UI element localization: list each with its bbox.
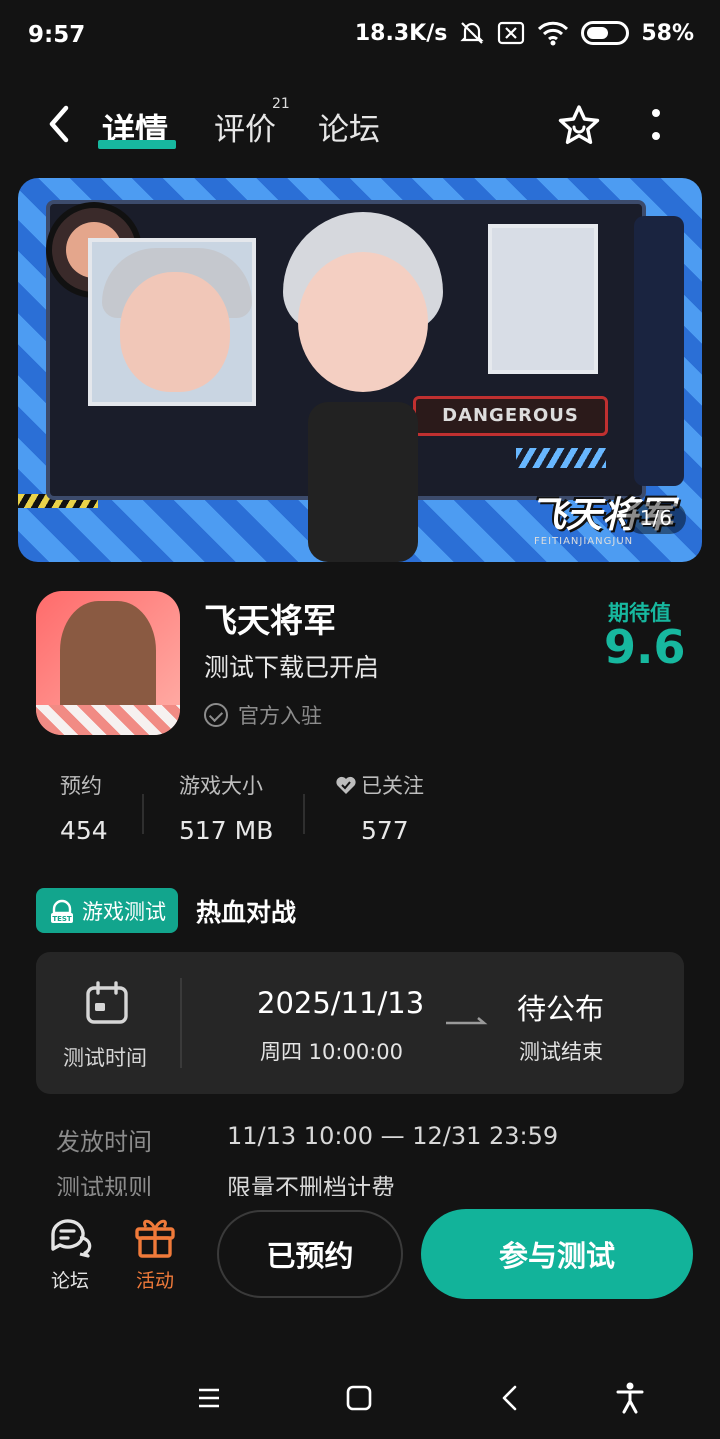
test-end-label: 测试结束 [519,1040,603,1064]
banner-character [278,202,448,562]
app-subtitle: 测试下载已开启 [204,653,380,682]
active-tab-indicator [98,140,176,149]
calendar-icon [86,981,128,1024]
stat-game-size: 游戏大小 517 MB [179,774,274,845]
expectation-score: 9.6 [604,620,686,674]
status-time: 9:57 [28,22,86,48]
banner-chevrons [516,448,606,468]
reserved-button[interactable]: 已预约 [217,1210,403,1298]
home-icon[interactable] [339,1378,379,1418]
more-options-icon[interactable] [646,108,666,144]
forum-button[interactable]: 论坛 [35,1214,105,1293]
mute-bell-icon [460,22,484,44]
wifi-icon [538,21,569,46]
test-end-status: 待公布 [517,992,605,1026]
issue-time-value: 11/13 10:00 — 12/31 23:59 [227,1122,559,1150]
official-badge: 官方入驻 [204,700,322,730]
card-divider [180,978,182,1068]
activity-button[interactable]: 活动 [120,1214,190,1293]
genre-tag: 热血对战 [196,897,297,927]
status-bar: 9:57 18.3K/s 58% [0,0,720,75]
favorite-star-icon[interactable] [555,102,603,150]
test-start-date: 2025/11/13 [257,986,425,1020]
issue-time-label: 发放时间 [56,1128,152,1156]
app-icon [36,591,180,735]
heart-icon [336,776,356,794]
network-speed: 18.3K/s [354,20,448,46]
system-nav-bar [0,1360,720,1439]
test-time-card: 测试时间 2025/11/13 周四 10:00:00 待公布 测试结束 [36,952,684,1094]
banner-portrait [88,238,256,406]
test-bell-icon: TEST [51,899,73,923]
svg-text:TEST: TEST [52,915,72,923]
stat-divider [303,794,305,834]
tab-forum[interactable]: 论坛 [318,104,380,149]
accessibility-icon[interactable] [610,1378,650,1418]
game-banner-carousel[interactable]: DANGEROUS 飞天将军 FEITIANJIANGJUN 1/6 [18,178,702,562]
official-label: 官方入驻 [238,704,322,728]
top-nav: 详情 评价 21 论坛 [0,90,720,160]
join-test-button[interactable]: 参与测试 [421,1209,693,1299]
banner-logo-sub: FEITIANJIANGJUN [534,536,634,547]
forum-chat-icon [51,1219,92,1258]
stats-row: 预约 454 游戏大小 517 MB 已关注 577 [0,770,720,850]
status-icons: 18.3K/s 58% [355,20,694,46]
back-nav-icon[interactable] [490,1378,530,1418]
battery-icon [581,21,630,45]
stat-divider [142,794,144,834]
back-arrow-icon[interactable] [44,104,74,144]
test-start-time: 周四 10:00:00 [260,1040,403,1064]
stat-reservations: 预约 454 [60,774,108,845]
banner-page-counter: 1/6 [625,502,686,534]
stat-followers[interactable]: 已关注 577 [335,770,424,845]
menu-icon[interactable] [189,1378,229,1418]
verified-check-icon [204,703,228,727]
bottom-action-bar: 论坛 活动 已预约 参与测试 [0,1196,720,1336]
tag-row: TEST 游戏测试 热血对战 [36,888,296,933]
tab-review[interactable]: 评价 [214,104,276,149]
game-test-tag[interactable]: TEST 游戏测试 [36,888,178,933]
review-count-badge: 21 [272,96,290,112]
test-time-label: 测试时间 [63,1046,147,1070]
battery-percent: 58% [641,20,694,46]
banner-side-panel [634,216,684,486]
sim-off-icon [498,21,525,45]
gift-icon [135,1219,175,1258]
to-arrow-icon [446,1017,488,1025]
app-title: 飞天将军 [204,601,336,640]
banner-small-portrait [488,224,598,374]
